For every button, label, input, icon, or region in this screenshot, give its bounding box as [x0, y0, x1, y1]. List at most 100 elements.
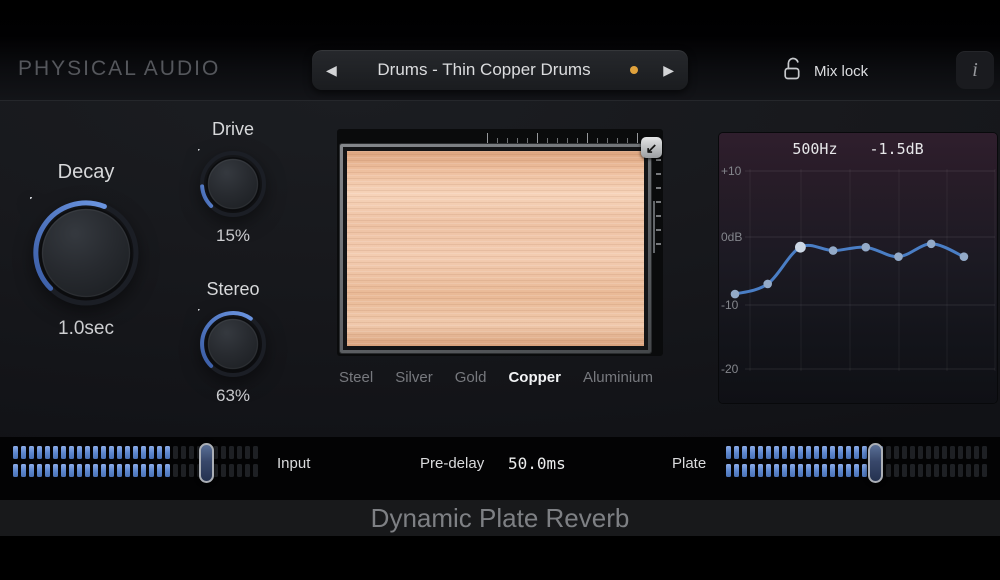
meter-segment	[181, 446, 186, 459]
meter-segment	[974, 446, 979, 459]
material-tab-gold[interactable]: Gold	[455, 369, 487, 386]
info-button[interactable]: i	[956, 51, 994, 89]
meter-segment	[133, 446, 138, 459]
meter-segment	[950, 464, 955, 477]
plate-slider-handle[interactable]	[868, 443, 883, 483]
material-tab-copper[interactable]: Copper	[508, 369, 561, 386]
meter-segment	[149, 464, 154, 477]
meter-segment	[798, 464, 803, 477]
meter-segment	[886, 446, 891, 459]
meter-segment	[966, 464, 971, 477]
drive-value: 15%	[216, 226, 250, 246]
resize-arrow-icon: ↙	[646, 141, 658, 155]
eq-node[interactable]	[763, 280, 772, 289]
meter-row	[13, 446, 258, 459]
drive-knob[interactable]	[198, 149, 268, 219]
meter-segment	[742, 446, 747, 459]
eq-node[interactable]	[731, 290, 740, 299]
meter-segment	[830, 464, 835, 477]
meter-segment	[221, 446, 226, 459]
meter-segment	[77, 446, 82, 459]
eq-graph[interactable]: +100dB-10-20	[719, 133, 997, 403]
meter-segment	[934, 464, 939, 477]
meter-segment	[189, 464, 194, 477]
meter-segment	[758, 446, 763, 459]
meter-segment	[814, 446, 819, 459]
eq-panel: +100dB-10-20 500Hz -1.5dB	[719, 133, 997, 403]
meter-segment	[141, 446, 146, 459]
meter-segment	[101, 446, 106, 459]
meter-segment	[61, 464, 66, 477]
meter-segment	[53, 464, 58, 477]
material-tab-silver[interactable]: Silver	[395, 369, 433, 386]
plate-resize-handle[interactable]: ↙	[641, 137, 662, 158]
meter-segment	[838, 464, 843, 477]
meter-segment	[221, 464, 226, 477]
eq-node[interactable]	[829, 246, 838, 255]
meter-segment	[950, 446, 955, 459]
plate-frame	[340, 144, 651, 353]
meter-segment	[958, 464, 963, 477]
meter-segment	[117, 464, 122, 477]
meter-segment	[758, 464, 763, 477]
eq-axis-label: -10	[721, 298, 739, 312]
plate-ruler-top	[487, 133, 646, 143]
decay-knob-group: Decay 1.0sec	[25, 161, 147, 340]
meter-segment	[750, 464, 755, 477]
predelay-value[interactable]: 50.0ms	[508, 454, 566, 473]
eq-node[interactable]	[927, 240, 936, 249]
plugin-window: PHYSICAL AUDIO ◀ Drums - Thin Copper Dru…	[0, 0, 1000, 580]
input-label: Input	[277, 455, 310, 472]
meter-segment	[109, 446, 114, 459]
preset-name[interactable]: Drums - Thin Copper Drums	[352, 60, 616, 80]
meter-segment	[958, 446, 963, 459]
meter-segment	[173, 446, 178, 459]
mix-lock-label: Mix lock	[814, 63, 868, 80]
meter-segment	[21, 446, 26, 459]
stereo-knob[interactable]	[198, 309, 268, 379]
meter-segment	[37, 446, 42, 459]
meter-segment	[742, 464, 747, 477]
material-tab-aluminium[interactable]: Aluminium	[583, 369, 653, 386]
meter-segment	[85, 446, 90, 459]
mix-lock-toggle[interactable]: Mix lock	[782, 55, 868, 87]
material-tab-steel[interactable]: Steel	[339, 369, 373, 386]
meter-segment	[29, 464, 34, 477]
meter-segment	[734, 464, 739, 477]
meter-row	[726, 464, 987, 477]
meter-segment	[806, 464, 811, 477]
meter-segment	[173, 464, 178, 477]
meter-segment	[942, 446, 947, 459]
eq-node[interactable]	[795, 242, 806, 253]
meter-segment	[157, 464, 162, 477]
copper-plate-surface	[347, 151, 644, 346]
meter-row	[726, 446, 987, 459]
preset-next-button[interactable]: ▶	[663, 62, 674, 78]
meter-segment	[125, 464, 130, 477]
material-tabs: Steel Silver Gold Copper Aluminium	[339, 369, 653, 386]
meter-segment	[117, 446, 122, 459]
input-gain-slider[interactable]	[13, 446, 258, 480]
eq-node[interactable]	[894, 252, 903, 261]
eq-node[interactable]	[960, 252, 969, 261]
meter-segment	[926, 464, 931, 477]
preset-prev-button[interactable]: ◀	[326, 62, 337, 78]
eq-axis-label: +10	[721, 164, 742, 178]
input-slider-handle[interactable]	[199, 443, 214, 483]
meter-segment	[165, 446, 170, 459]
decay-knob[interactable]	[30, 197, 142, 309]
preset-selector[interactable]: ◀ Drums - Thin Copper Drums ▶	[312, 50, 688, 90]
meter-segment	[974, 464, 979, 477]
eq-node[interactable]	[862, 243, 871, 252]
meter-segment	[93, 446, 98, 459]
brand-logo: PHYSICAL AUDIO	[18, 57, 220, 81]
meter-segment	[838, 446, 843, 459]
meter-segment	[245, 464, 250, 477]
meter-segment	[21, 464, 26, 477]
meter-segment	[734, 446, 739, 459]
control-bar: Input Pre-delay 50.0ms Plate	[0, 437, 1000, 500]
meter-segment	[894, 446, 899, 459]
plate-gain-slider[interactable]	[726, 446, 987, 480]
meter-segment	[45, 446, 50, 459]
meter-segment	[982, 446, 987, 459]
